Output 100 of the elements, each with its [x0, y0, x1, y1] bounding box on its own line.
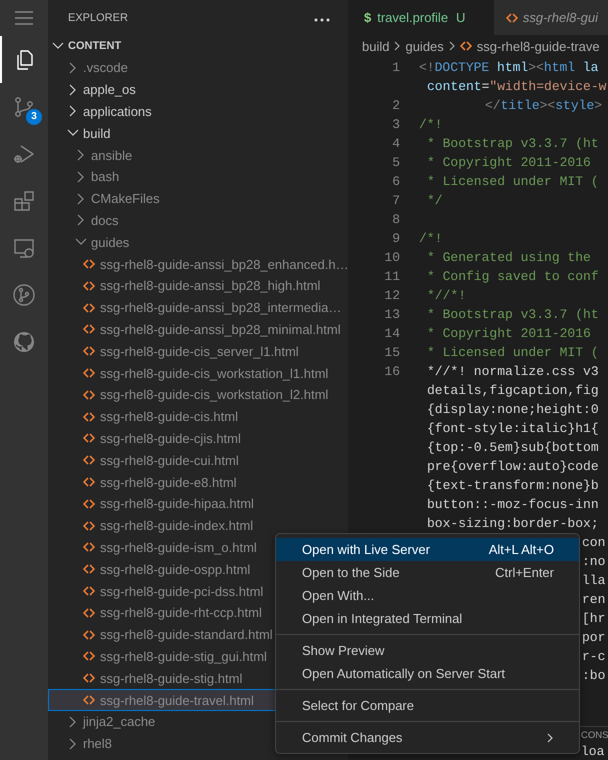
code-line: box-sizing:border-box;	[427, 516, 599, 531]
line-number: 16	[383, 364, 401, 379]
code-line: lla	[582, 573, 606, 588]
code-line: {text-transform:none}b	[427, 478, 599, 493]
folder-item[interactable]: guides	[48, 231, 348, 254]
line-number: 3	[391, 117, 401, 132]
chevron-icon	[546, 732, 554, 742]
code-brackets-icon	[83, 476, 95, 488]
code-line: pre{overflow:auto}code	[427, 459, 599, 474]
chevron-icon	[448, 41, 456, 51]
code-line: ren	[582, 592, 606, 607]
folder-item[interactable]: apple_os	[48, 78, 348, 101]
breadcrumb-item[interactable]: build	[362, 38, 390, 54]
menu-item[interactable]: Open in Integrated Terminal	[276, 607, 579, 630]
line-number: 6	[391, 174, 401, 189]
code-line: r-c	[582, 649, 606, 664]
code-brackets-icon	[83, 650, 95, 662]
code-brackets-icon	[460, 40, 472, 52]
file-item[interactable]: ssg-rhel8-guide-e8.html	[48, 471, 348, 493]
extensions-icon[interactable]	[12, 188, 36, 212]
file-item[interactable]: ssg-rhel8-guide-cis_workstation_l1.html	[48, 362, 348, 384]
code-line: button::-moz-focus-inn	[427, 497, 599, 512]
folder-item[interactable]: applications	[48, 100, 348, 122]
file-item[interactable]: ssg-rhel8-guide-anssi_bp28_intermedia…	[48, 296, 348, 319]
code-line: {display:none;height:0	[427, 402, 599, 417]
count-badge: 3	[26, 109, 42, 125]
line-number: 10	[383, 250, 401, 265]
code-line: * Licensed under MIT (	[427, 345, 599, 360]
code-brackets-icon	[83, 323, 95, 336]
git-branch-icon[interactable]	[12, 282, 36, 306]
code-line: /*!	[419, 117, 442, 132]
code-line: :no	[582, 554, 606, 569]
code-line: por	[582, 630, 606, 645]
editor-tab[interactable]: $ travel.profile U	[348, 0, 494, 35]
file-item[interactable]: ssg-rhel8-guide-anssi_bp28_high.html	[48, 274, 348, 297]
code-line: * Bootstrap v3.3.7 (ht	[427, 307, 599, 322]
folder-item[interactable]: .vscode	[48, 57, 348, 79]
code-line: {font-style:italic}h1{	[427, 421, 599, 436]
folder-item[interactable]: bash	[48, 166, 348, 188]
code-line: * Generated using the	[427, 250, 591, 265]
file-item[interactable]: ssg-rhel8-guide-index.html	[48, 514, 348, 537]
code-brackets-icon	[83, 694, 95, 706]
code-line: */	[427, 193, 443, 208]
line-number: 7	[391, 193, 401, 208]
code-brackets-icon	[83, 520, 95, 532]
code-brackets-icon	[83, 302, 95, 314]
file-item[interactable]: ssg-rhel8-guide-anssi_bp28_enhanced.h…	[48, 253, 348, 275]
line-number: 1	[391, 60, 401, 75]
code-line: :bo	[582, 668, 606, 683]
code-line: {top:-0.5em}sub{bottom	[427, 440, 599, 455]
code-line: * Copyright 2011-2016	[427, 326, 591, 341]
file-item[interactable]: ssg-rhel8-guide-hipaa.html	[48, 492, 348, 515]
line-number: 9	[391, 231, 401, 246]
code-line: * Bootstrap v3.3.7 (ht	[427, 136, 599, 151]
line-number: 14	[383, 326, 401, 341]
line-number: 2	[391, 98, 401, 113]
file-item[interactable]: ssg-rhel8-guide-cjis.html	[48, 428, 348, 450]
file-item[interactable]: ssg-rhel8-guide-cui.html	[48, 449, 348, 472]
code-brackets-icon	[83, 345, 95, 358]
breadcrumb-item[interactable]: ssg-rhel8-guide-trave	[460, 38, 600, 54]
branch-nodes-icon[interactable]	[12, 94, 36, 118]
menu-item[interactable]: Show Preview	[276, 639, 579, 662]
file-item[interactable]: ssg-rhel8-guide-cis.html	[48, 406, 348, 428]
section-header[interactable]: CONTENT	[48, 35, 348, 57]
chevron-icon	[393, 41, 402, 51]
menu-item[interactable]: Open Automatically on Server Start	[276, 662, 579, 685]
code-brackets-icon	[83, 432, 95, 444]
code-brackets-icon	[83, 454, 95, 466]
code-brackets-icon	[83, 672, 95, 684]
menu-item[interactable]: Open with Live Server Alt+L Alt+O	[276, 538, 579, 561]
code-brackets-icon	[83, 606, 95, 619]
code-line: con	[582, 535, 606, 550]
line-number: 5	[391, 155, 401, 170]
menu-item[interactable]: Open With...	[276, 584, 579, 607]
code-brackets-icon	[83, 585, 95, 598]
folder-item[interactable]: CMakeFiles	[48, 188, 348, 210]
file-item[interactable]: ssg-rhel8-guide-cis_server_l1.html	[48, 340, 348, 362]
output-line: loa	[581, 745, 606, 759]
menu-item[interactable]: Open to the Side Ctrl+Enter	[276, 561, 579, 584]
folder-item[interactable]: build	[48, 122, 348, 144]
panel-tab[interactable]: CONS	[581, 727, 608, 745]
code-brackets-icon	[83, 410, 95, 423]
file-item[interactable]: ssg-rhel8-guide-cis_workstation_l2.html	[48, 384, 348, 406]
code-line: * Licensed under MIT (	[427, 174, 599, 189]
folder-item[interactable]: docs	[48, 210, 348, 232]
sidebar-title: EXPLORER	[68, 12, 128, 24]
code-brackets-icon	[83, 563, 95, 576]
code-brackets-icon	[83, 541, 95, 554]
folder-item[interactable]: ansible	[48, 144, 348, 166]
file-item[interactable]: ssg-rhel8-guide-anssi_bp28_minimal.html	[48, 318, 348, 340]
code-brackets-icon	[83, 388, 95, 401]
code-line: * Copyright 2011-2016	[427, 155, 591, 170]
github-icon[interactable]	[12, 330, 36, 354]
breadcrumb-item[interactable]: guides	[405, 38, 444, 54]
line-number: 13	[383, 307, 401, 322]
editor-tab[interactable]: ssg-rhel8-gui	[494, 0, 608, 35]
line-number: 15	[383, 345, 401, 360]
code-brackets-icon	[83, 498, 95, 510]
more-icon	[314, 18, 330, 22]
code-line: *//*! normalize.css v3	[427, 364, 599, 379]
